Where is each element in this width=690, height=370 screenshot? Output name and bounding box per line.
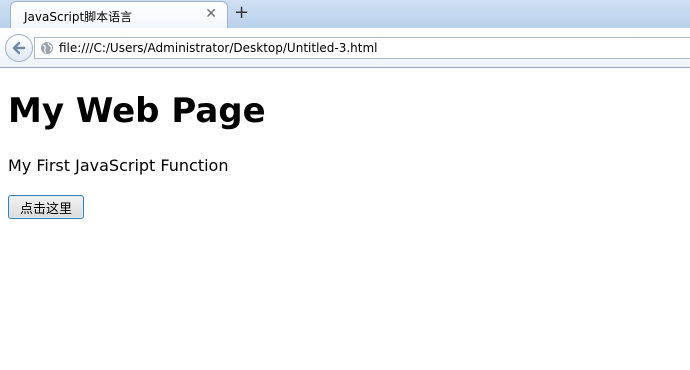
globe-icon (41, 42, 53, 54)
tab-strip: JavaScript脚本语言 ✕ + (0, 0, 690, 28)
back-arrow-icon (12, 41, 26, 55)
close-tab-icon[interactable]: ✕ (205, 6, 217, 22)
page-paragraph: My First JavaScript Function (8, 156, 229, 175)
page-heading: My Web Page (8, 91, 266, 131)
url-text: file:///C:/Users/Administrator/Desktop/U… (59, 41, 378, 55)
address-bar[interactable]: file:///C:/Users/Administrator/Desktop/U… (34, 37, 690, 59)
back-button[interactable] (5, 34, 33, 62)
tab-title: JavaScript脚本语言 (24, 10, 133, 24)
click-here-button[interactable]: 点击这里 (8, 195, 84, 219)
new-tab-icon[interactable]: + (234, 3, 249, 23)
navigation-bar: file:///C:/Users/Administrator/Desktop/U… (0, 28, 690, 68)
browser-tab[interactable]: JavaScript脚本语言 ✕ (10, 1, 228, 28)
